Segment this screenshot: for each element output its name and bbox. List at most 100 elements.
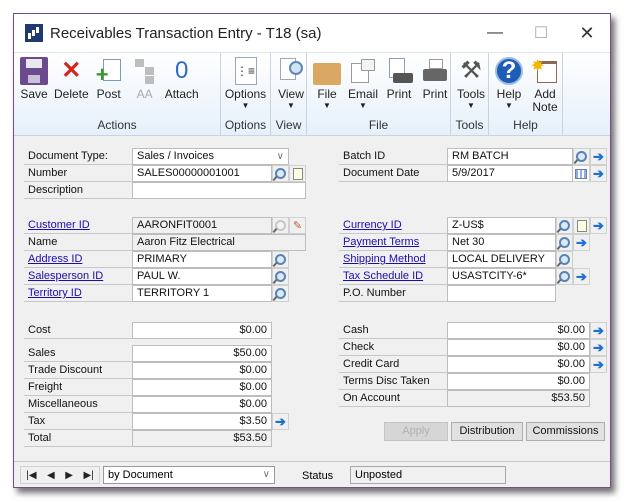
po-number-input[interactable] bbox=[447, 285, 556, 302]
options-label: Options bbox=[224, 87, 267, 101]
options-icon bbox=[234, 57, 257, 85]
payment-terms-expand-button[interactable]: ➔ bbox=[573, 234, 590, 251]
arrow-right-icon: ➔ bbox=[275, 413, 286, 429]
payment-terms-lookup-button[interactable] bbox=[556, 234, 573, 251]
printer-button[interactable]: Print bbox=[419, 53, 451, 116]
batch-id-input[interactable]: RM BATCH bbox=[447, 148, 573, 165]
save-button[interactable]: Save bbox=[18, 53, 50, 116]
currency-lookup-button[interactable] bbox=[556, 217, 573, 234]
email-button[interactable]: Email ▼ bbox=[347, 53, 379, 116]
tax-schedule-expand-button[interactable]: ➔ bbox=[573, 268, 590, 285]
calendar-icon bbox=[575, 168, 587, 179]
shipping-method-input[interactable]: LOCAL DELIVERY bbox=[447, 251, 556, 268]
credit-card-expand-button[interactable]: ➔ bbox=[590, 356, 607, 373]
number-lookup-button[interactable] bbox=[272, 165, 289, 182]
cost-input[interactable]: $0.00 bbox=[132, 322, 272, 339]
check-input[interactable]: $0.00 bbox=[447, 339, 590, 356]
check-expand-button[interactable]: ➔ bbox=[590, 339, 607, 356]
payment-terms-input[interactable]: Net 30 bbox=[447, 234, 556, 251]
file-button[interactable]: File ▼ bbox=[311, 53, 343, 116]
browse-by-select[interactable]: by Document ∨ bbox=[103, 466, 275, 484]
previous-record-button[interactable]: ◀ bbox=[47, 470, 55, 481]
delete-button[interactable]: ✕ Delete bbox=[54, 53, 89, 116]
shipping-method-link[interactable]: Shipping Method bbox=[339, 251, 447, 268]
document-type-label: Document Type: bbox=[24, 148, 132, 165]
cash-input[interactable]: $0.00 bbox=[447, 322, 590, 339]
next-record-button[interactable]: ▶ bbox=[65, 470, 73, 481]
territory-id-link[interactable]: Territory ID bbox=[24, 285, 132, 302]
currency-id-link[interactable]: Currency ID bbox=[339, 217, 447, 234]
options-button[interactable]: Options ▼ bbox=[225, 53, 266, 116]
post-button[interactable]: + Post bbox=[93, 53, 125, 116]
salesperson-id-link[interactable]: Salesperson ID bbox=[24, 268, 132, 285]
address-lookup-button[interactable] bbox=[272, 251, 289, 268]
number-new-button[interactable] bbox=[289, 165, 306, 182]
currency-id-input[interactable]: Z-US$ bbox=[447, 217, 556, 234]
aa-button[interactable]: AA bbox=[129, 53, 161, 116]
minimize-button[interactable]: — bbox=[472, 14, 518, 52]
trade-discount-input[interactable]: $0.00 bbox=[132, 362, 272, 379]
tax-schedule-lookup-button[interactable] bbox=[556, 268, 573, 285]
print-document-button[interactable]: Print bbox=[383, 53, 415, 116]
customer-lookup-button[interactable] bbox=[272, 217, 289, 234]
lookup-icon bbox=[275, 288, 286, 299]
currency-note-button[interactable] bbox=[573, 217, 590, 234]
payment-terms-link[interactable]: Payment Terms bbox=[339, 234, 447, 251]
territory-lookup-button[interactable] bbox=[272, 285, 289, 302]
territory-id-input[interactable]: TERRITORY 1 bbox=[132, 285, 272, 302]
description-label: Description bbox=[24, 182, 132, 199]
cash-expand-button[interactable]: ➔ bbox=[590, 322, 607, 339]
arrow-right-icon: ➔ bbox=[593, 339, 604, 355]
file-label: File bbox=[317, 87, 337, 101]
on-account-value: $53.50 bbox=[447, 390, 590, 407]
record-navigation: |◀ ◀ ▶ ▶| bbox=[20, 466, 100, 484]
help-button[interactable]: ? Help ▼ bbox=[493, 53, 525, 116]
document-date-input[interactable]: 5/9/2017 bbox=[447, 165, 573, 182]
salesperson-lookup-button[interactable] bbox=[272, 268, 289, 285]
salesperson-id-input[interactable]: PAUL W. bbox=[132, 268, 272, 285]
name-input[interactable]: Aaron Fitz Electrical bbox=[132, 234, 306, 251]
address-id-link[interactable]: Address ID bbox=[24, 251, 132, 268]
delete-label: Delete bbox=[54, 87, 89, 101]
terms-disc-taken-input[interactable]: $0.00 bbox=[447, 373, 590, 390]
document-date-expand-button[interactable]: ➔ bbox=[590, 165, 607, 182]
address-id-row: Address ID PRIMARY bbox=[24, 251, 289, 268]
tax-schedule-id-input[interactable]: USASTCITY-6* bbox=[447, 268, 556, 285]
customer-edit-button[interactable]: ✎ bbox=[289, 217, 306, 234]
last-record-button[interactable]: ▶| bbox=[83, 470, 93, 481]
print-label: Print bbox=[386, 87, 412, 101]
close-button[interactable]: ✕ bbox=[564, 14, 610, 52]
maximize-button[interactable]: ☐ bbox=[518, 14, 564, 52]
first-record-button[interactable]: |◀ bbox=[26, 470, 36, 481]
batch-id-expand-button[interactable]: ➔ bbox=[590, 148, 607, 165]
tax-schedule-id-link[interactable]: Tax Schedule ID bbox=[339, 268, 447, 285]
freight-label: Freight bbox=[24, 379, 132, 396]
miscellaneous-label: Miscellaneous bbox=[24, 396, 132, 413]
tax-input[interactable]: $3.50 bbox=[132, 413, 272, 430]
batch-id-label: Batch ID bbox=[339, 148, 447, 165]
apply-button[interactable]: Apply bbox=[384, 422, 448, 441]
batch-id-lookup-button[interactable] bbox=[573, 148, 590, 165]
distribution-button[interactable]: Distribution bbox=[451, 422, 523, 441]
tax-expand-button[interactable]: ➔ bbox=[272, 413, 289, 430]
calendar-button[interactable] bbox=[573, 165, 590, 182]
miscellaneous-row: Miscellaneous $0.00 bbox=[24, 396, 272, 413]
description-input[interactable] bbox=[132, 182, 306, 199]
freight-input[interactable]: $0.00 bbox=[132, 379, 272, 396]
sales-input[interactable]: $50.00 bbox=[132, 345, 272, 362]
customer-id-link[interactable]: Customer ID bbox=[24, 217, 132, 234]
currency-expand-button[interactable]: ➔ bbox=[590, 217, 607, 234]
document-date-row: Document Date 5/9/2017 ➔ bbox=[339, 165, 607, 182]
number-input[interactable]: SALES00000001001 bbox=[132, 165, 272, 182]
attach-button[interactable]: 0 Attach bbox=[165, 53, 199, 116]
shipping-method-lookup-button[interactable] bbox=[556, 251, 573, 268]
miscellaneous-input[interactable]: $0.00 bbox=[132, 396, 272, 413]
customer-id-input[interactable]: AARONFIT0001 bbox=[132, 217, 272, 234]
address-id-input[interactable]: PRIMARY bbox=[132, 251, 272, 268]
add-note-button[interactable]: ✸ Add Note bbox=[529, 53, 561, 116]
view-button[interactable]: View ▼ bbox=[275, 53, 307, 116]
document-type-select[interactable]: Sales / Invoices ∨ bbox=[132, 148, 289, 165]
tools-button[interactable]: ⚒ Tools ▼ bbox=[455, 53, 487, 116]
credit-card-input[interactable]: $0.00 bbox=[447, 356, 590, 373]
commissions-button[interactable]: Commissions bbox=[526, 422, 605, 441]
